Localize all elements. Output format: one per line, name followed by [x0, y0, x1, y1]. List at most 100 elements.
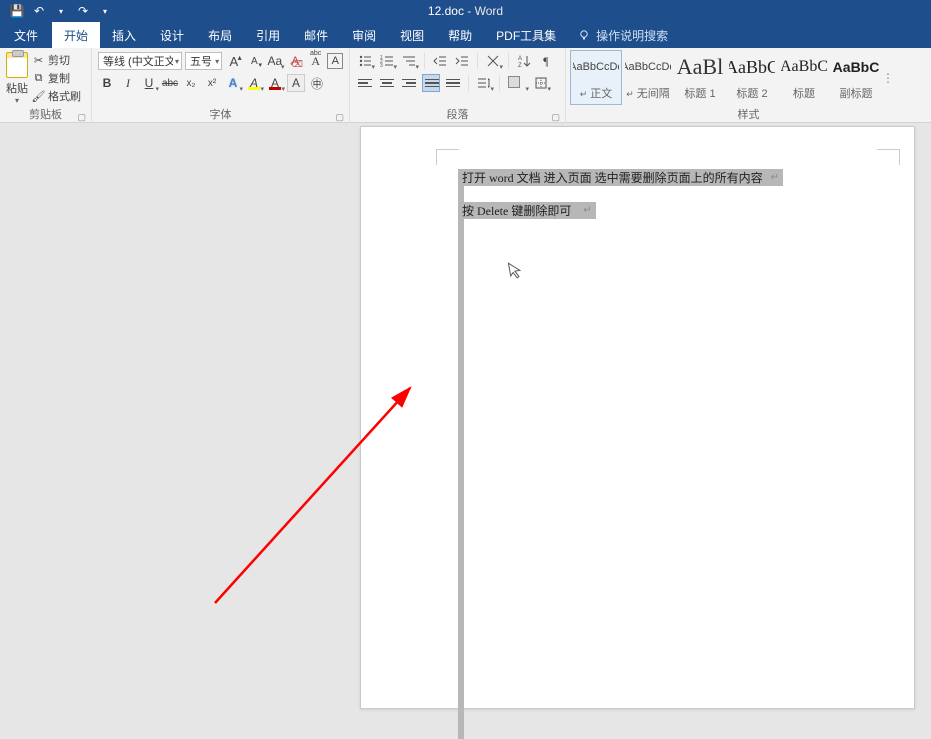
title-bar: 💾 ↶ ▾ ↷ ▾ 12.doc - Word: [0, 0, 931, 22]
format-painter-button[interactable]: 🖌 格式刷: [32, 88, 81, 104]
align-justify-button[interactable]: [422, 74, 440, 92]
bulb-icon: [578, 29, 590, 41]
clipboard-launcher-icon[interactable]: ▢: [77, 112, 86, 123]
group-paragraph: ▾ 123▾ ▾ ▾: [350, 48, 566, 123]
tab-home[interactable]: 开始: [52, 22, 100, 48]
font-group-label: 字体 ▢: [96, 106, 345, 123]
selected-text-line1[interactable]: 打开 word 文档 进入页面 选中需要删除页面上的所有内容 ↵: [458, 169, 783, 186]
redo-button[interactable]: ↷: [74, 2, 92, 20]
borders-button[interactable]: ▾: [532, 74, 550, 92]
numbering-button[interactable]: 123▾: [378, 52, 396, 70]
margin-guide-tl: [436, 149, 459, 165]
font-name-combo[interactable]: 等线 (中文正文)▾: [98, 52, 182, 70]
tell-me-label: 操作说明搜索: [596, 27, 668, 44]
enclose-char-button[interactable]: ㊥: [308, 74, 326, 92]
multilevel-button[interactable]: ▾: [400, 52, 418, 70]
char-shading-button[interactable]: A: [287, 74, 305, 92]
decrease-indent-button[interactable]: [431, 52, 449, 70]
cut-button[interactable]: ✂ 剪切: [32, 52, 81, 68]
style-heading1[interactable]: AaBl 标题 1: [674, 50, 726, 105]
subscript-button[interactable]: x₂: [182, 74, 200, 92]
styles-group-label: 样式: [570, 106, 927, 123]
style-title[interactable]: AaBbC 标题: [778, 50, 830, 105]
style-heading2[interactable]: AaBbC 标题 2: [726, 50, 778, 105]
doc-name: 12.doc: [428, 4, 464, 18]
change-case-button[interactable]: Aa▾: [266, 52, 283, 70]
tab-pdf[interactable]: PDF工具集: [484, 22, 568, 48]
qat-customize-icon[interactable]: ▾: [96, 2, 114, 20]
svg-text:3: 3: [380, 63, 383, 68]
ribbon: 粘贴 ▾ ✂ 剪切 ⧉ 复制 🖌 格式刷 剪贴板 ▢: [0, 48, 931, 123]
text-effects-button[interactable]: A▾: [224, 74, 242, 92]
paragraph-mark-icon: ↵: [583, 205, 591, 216]
show-marks-button[interactable]: ¶: [537, 52, 555, 70]
margin-guide-tr: [877, 149, 900, 165]
font-size-combo[interactable]: 五号▾: [185, 52, 222, 70]
align-center-button[interactable]: [378, 74, 396, 92]
group-clipboard: 粘贴 ▾ ✂ 剪切 ⧉ 复制 🖌 格式刷 剪贴板 ▢: [0, 48, 92, 123]
styles-more-button[interactable]: ⋮: [882, 50, 894, 105]
document-page[interactable]: 打开 word 文档 进入页面 选中需要删除页面上的所有内容 ↵ 按 Delet…: [360, 126, 915, 709]
save-button[interactable]: 💾: [8, 2, 26, 20]
tab-file[interactable]: 文件: [0, 22, 52, 48]
svg-text:Z: Z: [518, 63, 522, 68]
scissors-icon: ✂: [32, 54, 45, 67]
undo-button[interactable]: ↶: [30, 2, 48, 20]
paragraph-group-label: 段落 ▢: [354, 106, 561, 123]
copy-button[interactable]: ⧉ 复制: [32, 70, 81, 86]
phonetic-guide-button[interactable]: Aabc: [307, 52, 324, 70]
grow-font-button[interactable]: A▴: [225, 52, 242, 70]
brush-icon: 🖌: [32, 90, 45, 103]
document-area: 打开 word 文档 进入页面 选中需要删除页面上的所有内容 ↵ 按 Delet…: [0, 123, 931, 709]
paragraph-mark-icon: ↵: [771, 172, 779, 183]
superscript-button[interactable]: x²: [203, 74, 221, 92]
style-subtitle[interactable]: AaBbC 副标题: [830, 50, 882, 105]
style-nospacing[interactable]: AaBbCcDc ↵ 无间隔: [622, 50, 674, 105]
line-spacing-button[interactable]: ▾: [475, 74, 493, 92]
paste-caret-icon[interactable]: ▾: [15, 96, 19, 105]
sort-button[interactable]: AZ: [515, 52, 533, 70]
paste-icon: [6, 52, 28, 78]
group-styles: AaBbCcDc ↵ 正文 AaBbCcDc ↵ 无间隔 AaBl 标题 1 A…: [566, 48, 931, 123]
font-color-button[interactable]: A▾: [266, 74, 284, 92]
undo-more-icon[interactable]: ▾: [52, 2, 70, 20]
selected-text-line2[interactable]: 按 Delete 键删除即可 ↵: [458, 202, 596, 219]
underline-button[interactable]: U▾: [140, 74, 158, 92]
group-font: 等线 (中文正文)▾ 五号▾ A▴ A▾ Aa▾ A⌫ Aabc A B I U…: [92, 48, 350, 123]
font-launcher-icon[interactable]: ▢: [335, 112, 344, 123]
paste-button[interactable]: 粘贴 ▾: [4, 50, 32, 105]
align-left-button[interactable]: [356, 74, 374, 92]
bold-button[interactable]: B: [98, 74, 116, 92]
ribbon-tabs: 文件 开始 插入 设计 布局 引用 邮件 审阅 视图 帮助 PDF工具集 操作说…: [0, 22, 931, 48]
tab-review[interactable]: 审阅: [340, 22, 388, 48]
shading-button[interactable]: ▾: [506, 74, 528, 92]
highlight-button[interactable]: A▾: [245, 74, 263, 92]
window-title: 12.doc - Word: [428, 4, 503, 18]
selection-column: [458, 169, 464, 739]
tab-insert[interactable]: 插入: [100, 22, 148, 48]
italic-button[interactable]: I: [119, 74, 137, 92]
paragraph-launcher-icon[interactable]: ▢: [551, 112, 560, 123]
tab-layout[interactable]: 布局: [196, 22, 244, 48]
style-normal[interactable]: AaBbCcDc ↵ 正文: [570, 50, 622, 105]
mouse-cursor-icon: [507, 260, 524, 283]
tab-help[interactable]: 帮助: [436, 22, 484, 48]
bullets-button[interactable]: ▾: [356, 52, 374, 70]
paste-label: 粘贴: [6, 80, 28, 96]
align-right-button[interactable]: [400, 74, 418, 92]
tab-references[interactable]: 引用: [244, 22, 292, 48]
quick-access-toolbar: 💾 ↶ ▾ ↷ ▾: [0, 2, 114, 20]
tab-design[interactable]: 设计: [148, 22, 196, 48]
tab-mailings[interactable]: 邮件: [292, 22, 340, 48]
align-distribute-button[interactable]: [444, 74, 462, 92]
char-border-button[interactable]: A: [327, 53, 343, 69]
tell-me-search[interactable]: 操作说明搜索: [568, 22, 668, 48]
shrink-font-button[interactable]: A▾: [246, 52, 263, 70]
clipboard-group-label: 剪贴板 ▢: [4, 106, 87, 123]
tab-view[interactable]: 视图: [388, 22, 436, 48]
clear-format-button[interactable]: A⌫: [287, 52, 304, 70]
increase-indent-button[interactable]: [453, 52, 471, 70]
asian-layout-button[interactable]: ▾: [484, 52, 502, 70]
strike-button[interactable]: abc: [161, 74, 179, 92]
svg-text:A: A: [518, 56, 522, 62]
